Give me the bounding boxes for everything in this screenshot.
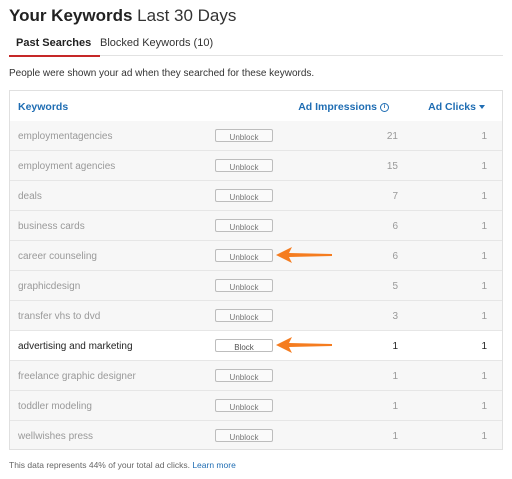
keyword-text: career counseling — [18, 251, 97, 262]
tab-blocked-keywords[interactable]: Blocked Keywords (10) — [100, 37, 213, 49]
impressions-value: 6 — [392, 251, 398, 262]
table-row: graphicdesign Unblock 5 1 — [10, 271, 502, 301]
unblock-button[interactable]: Unblock — [215, 129, 273, 142]
keywords-table: Keywords Ad Impressions i Ad Clicks emplo… — [9, 90, 503, 450]
keyword-text: wellwishes press — [18, 431, 94, 442]
annotation-arrow-icon — [276, 337, 332, 353]
tab-past-searches-label: Past Searches — [16, 37, 92, 49]
impressions-value: 6 — [392, 221, 398, 232]
clicks-value: 1 — [481, 131, 487, 142]
unblock-button[interactable]: Unblock — [215, 399, 273, 412]
clicks-value: 1 — [481, 371, 487, 382]
info-icon[interactable]: i — [380, 102, 389, 112]
annotation-arrow-icon — [276, 247, 332, 263]
unblock-button[interactable]: Unblock — [215, 159, 273, 172]
unblock-button[interactable]: Unblock — [215, 249, 273, 262]
clicks-value: 1 — [481, 251, 487, 262]
keyword-text: graphicdesign — [18, 281, 81, 292]
keyword-text: advertising and marketing — [18, 341, 133, 352]
impressions-value: 15 — [386, 161, 398, 172]
keyword-text: employmentagencies — [18, 131, 113, 142]
table-row: career counseling Unblock 6 1 — [10, 241, 502, 271]
page-title: Your Keywords Last 30 Days — [9, 6, 236, 26]
unblock-button[interactable]: Unblock — [215, 219, 273, 232]
table-row: business cards Unblock 6 1 — [10, 211, 502, 241]
table-row: employmentagencies Unblock 21 1 — [10, 121, 502, 151]
impressions-value: 1 — [392, 371, 398, 382]
impressions-value: 1 — [392, 341, 398, 352]
impressions-header-label: Ad Impressions — [298, 101, 377, 113]
clicks-column-header[interactable]: Ad Clicks — [428, 101, 485, 113]
footer-text: This data represents 44% of your total a… — [9, 460, 190, 470]
tab-blocked-keywords-label: Blocked Keywords (10) — [100, 37, 214, 49]
table-row: advertising and marketing Block 1 1 — [10, 331, 502, 361]
keyword-text: freelance graphic designer — [18, 371, 136, 382]
clicks-value: 1 — [481, 311, 487, 322]
impressions-value: 21 — [386, 131, 398, 142]
impressions-value: 1 — [392, 431, 398, 442]
active-tab-underline — [9, 55, 101, 57]
table-row: employment agencies Unblock 15 1 — [10, 151, 502, 181]
clicks-value: 1 — [481, 401, 487, 412]
clicks-value: 1 — [481, 191, 487, 202]
impressions-value: 7 — [392, 191, 398, 202]
keyword-text: transfer vhs to dvd — [18, 311, 101, 322]
unblock-button[interactable]: Unblock — [215, 309, 273, 322]
footer-note: This data represents 44% of your total a… — [9, 460, 236, 470]
keyword-text: toddler modeling — [18, 401, 92, 412]
table-row: wellwishes press Unblock 1 1 — [10, 421, 502, 449]
sort-caret-icon — [479, 105, 485, 110]
page-title-period: Last 30 Days — [137, 6, 237, 25]
impressions-value: 1 — [392, 401, 398, 412]
clicks-value: 1 — [481, 341, 487, 352]
impressions-column-header[interactable]: Ad Impressions i — [298, 101, 389, 113]
table-row: toddler modeling Unblock 1 1 — [10, 391, 502, 421]
tab-bar: Past Searches Blocked Keywords (10) — [9, 30, 503, 57]
tab-past-searches[interactable]: Past Searches — [9, 37, 101, 57]
description-text: People were shown your ad when they sear… — [9, 68, 315, 79]
clicks-value: 1 — [481, 221, 487, 232]
clicks-value: 1 — [481, 281, 487, 292]
unblock-button[interactable]: Unblock — [215, 279, 273, 292]
page-title-bold: Your Keywords — [9, 6, 133, 25]
clicks-value: 1 — [481, 431, 487, 442]
unblock-button[interactable]: Unblock — [215, 369, 273, 382]
unblock-button[interactable]: Unblock — [215, 189, 273, 202]
keyword-text: employment agencies — [18, 161, 116, 172]
keywords-column-header[interactable]: Keywords — [18, 101, 68, 113]
block-button[interactable]: Block — [215, 339, 273, 352]
clicks-value: 1 — [481, 161, 487, 172]
impressions-value: 3 — [392, 311, 398, 322]
keyword-text: deals — [18, 191, 42, 202]
table-row: transfer vhs to dvd Unblock 3 1 — [10, 301, 502, 331]
clicks-header-label: Ad Clicks — [428, 101, 476, 113]
keyword-text: business cards — [18, 221, 85, 232]
impressions-value: 5 — [392, 281, 398, 292]
unblock-button[interactable]: Unblock — [215, 429, 273, 442]
learn-more-link[interactable]: Learn more — [192, 460, 235, 470]
table-header: Keywords Ad Impressions i Ad Clicks — [10, 91, 502, 122]
table-row: deals Unblock 7 1 — [10, 181, 502, 211]
table-row: freelance graphic designer Unblock 1 1 — [10, 361, 502, 391]
